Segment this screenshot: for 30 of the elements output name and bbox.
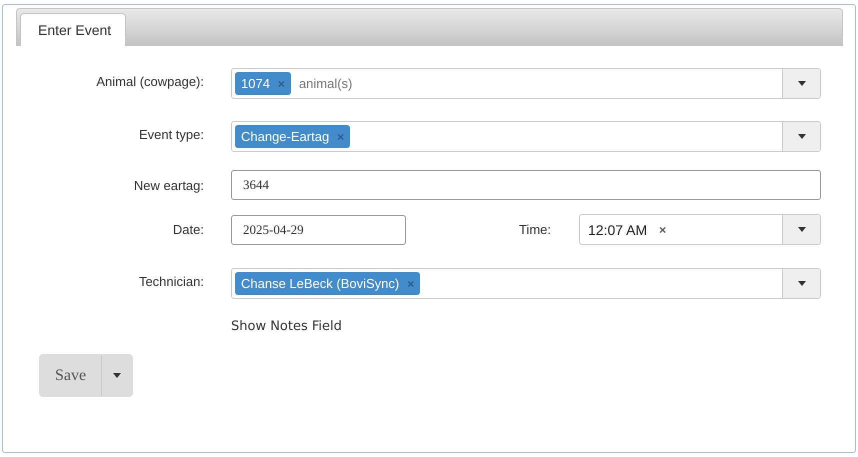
tag-label: Change-Eartag bbox=[241, 129, 330, 144]
tag-label: Chanse LeBeck (BoviSync) bbox=[241, 276, 400, 291]
dropdown-button[interactable] bbox=[782, 122, 820, 151]
select-field[interactable]: 1074 × animal(s) bbox=[231, 68, 821, 99]
tag-label: 1074 bbox=[241, 76, 270, 91]
caret-icon bbox=[798, 81, 806, 86]
input-field[interactable]: 3644 bbox=[231, 170, 821, 200]
time-value: 12:07 AM bbox=[588, 222, 648, 238]
field-label: Animal (cowpage): bbox=[95, 73, 205, 89]
tab[interactable]: Enter Event bbox=[20, 13, 126, 46]
field-label: New eartag: bbox=[132, 178, 205, 192]
select-field[interactable]: Chanse LeBeck (BoviSync) × bbox=[231, 268, 821, 299]
caret-icon bbox=[798, 281, 806, 286]
dropdown-button[interactable] bbox=[782, 69, 820, 98]
caret-icon bbox=[113, 373, 121, 378]
clear-icon[interactable]: × bbox=[659, 222, 666, 236]
date-field[interactable]: 2025-04-29 bbox=[231, 214, 406, 244]
save-button[interactable]: Save bbox=[40, 355, 101, 396]
dropdown-button[interactable] bbox=[782, 215, 820, 244]
caret-icon bbox=[798, 227, 806, 232]
placeholder: animal(s) bbox=[298, 76, 352, 91]
field-label: Date: bbox=[172, 222, 205, 237]
field-label: Technician: bbox=[138, 273, 205, 289]
time-field[interactable]: 12:07 AM × bbox=[579, 214, 821, 245]
dropdown-button[interactable] bbox=[782, 269, 820, 298]
select-field[interactable]: Change-Eartag × bbox=[231, 121, 821, 152]
caret-icon bbox=[798, 134, 806, 139]
show-notes-link[interactable]: Show Notes Field bbox=[231, 319, 821, 334]
field-label: Time: bbox=[518, 222, 552, 237]
field-label: Event type: bbox=[138, 126, 205, 142]
